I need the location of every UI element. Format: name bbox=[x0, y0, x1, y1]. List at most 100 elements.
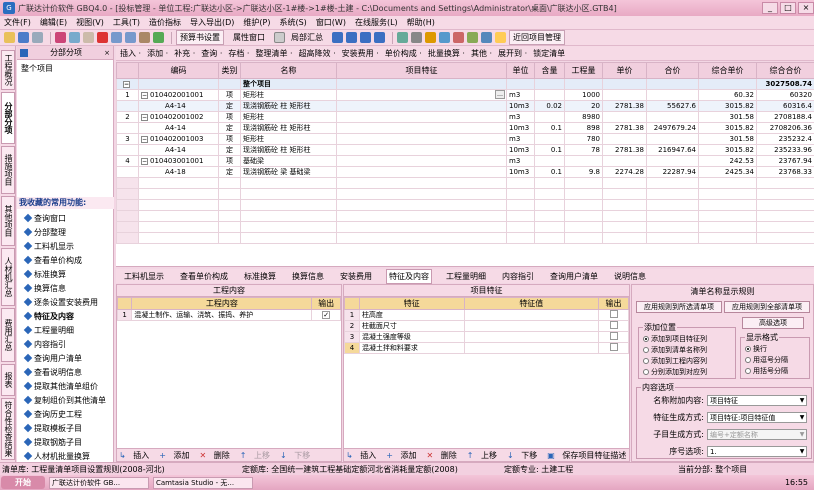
grid-cell-feature[interactable] bbox=[336, 133, 507, 145]
tab[interactable]: 换算信息 bbox=[290, 270, 326, 283]
apply-selected-button[interactable]: 应用规则到所选清单项 bbox=[636, 301, 722, 313]
tab[interactable]: 工料机显示 bbox=[122, 270, 166, 283]
partial-summary-button[interactable]: 局部汇总 bbox=[288, 31, 326, 44]
section-toolbar-button[interactable]: 整理清单 · bbox=[255, 48, 292, 59]
favorite-item[interactable]: 换算信息 bbox=[17, 281, 114, 295]
tab[interactable]: 说明信息 bbox=[612, 270, 648, 283]
favorite-item[interactable]: 提取模板子目 bbox=[17, 421, 114, 435]
table-row[interactable]: 1 混凝土制作、运输、浇筑、振捣、养护 ✓ bbox=[116, 309, 341, 321]
menu-item[interactable]: 工具(T) bbox=[113, 17, 140, 28]
rail-tab[interactable]: 分部分项 bbox=[1, 92, 15, 144]
output-checkbox[interactable] bbox=[609, 310, 618, 318]
favorite-item[interactable]: 工料机显示 bbox=[17, 239, 114, 253]
calc-icon[interactable] bbox=[153, 32, 164, 43]
output-checkbox[interactable] bbox=[609, 343, 618, 351]
rail-tab[interactable]: 费用汇总 bbox=[1, 308, 15, 362]
table-row[interactable]: 2−010402001002 项矩形柱 m3 8980 301.58 2708188.4 bbox=[116, 111, 814, 123]
taskbar-item-camtasia[interactable]: Camtasia Studio - 无... bbox=[153, 476, 253, 489]
output-checkbox[interactable]: ✓ bbox=[322, 311, 331, 319]
tab[interactable]: 内容指引 bbox=[500, 270, 536, 283]
rail-tab[interactable]: 符合性检查结果 bbox=[1, 398, 15, 460]
section-toolbar-button[interactable]: 存档 · bbox=[228, 48, 249, 59]
minimize-button[interactable]: _ bbox=[762, 2, 778, 14]
tab[interactable]: 查看单价构成 bbox=[178, 270, 230, 283]
menu-item[interactable]: 窗口(W) bbox=[316, 17, 346, 28]
radio-option[interactable]: 换行 bbox=[745, 343, 788, 354]
table-row[interactable]: 3 混凝土强度等级 bbox=[344, 331, 629, 343]
color-icon[interactable] bbox=[453, 32, 464, 43]
apply-all-button[interactable]: 应用规则到全部清单项 bbox=[724, 301, 810, 313]
collapse-icon[interactable]: − bbox=[141, 92, 148, 99]
feature-mode-select[interactable]: 项目特征:项目特征值 ▼ bbox=[707, 412, 807, 423]
favorite-item[interactable]: 查询用户清单 bbox=[17, 351, 114, 365]
grid-icon[interactable] bbox=[439, 32, 450, 43]
radio-option[interactable]: 添加到工程内容列 bbox=[643, 355, 707, 366]
favorite-item[interactable]: 复制组价到其他清单 bbox=[17, 393, 114, 407]
redo-icon[interactable] bbox=[125, 32, 136, 43]
table-row[interactable]: A4-14 定现浇钢筋砼 柱 矩形柱 10m3 0.1 78 2781.38 216947.… bbox=[116, 144, 814, 156]
chart-icon[interactable] bbox=[467, 32, 478, 43]
format-icon[interactable] bbox=[411, 32, 422, 43]
start-button[interactable]: 开始 bbox=[1, 476, 45, 489]
grid-cell-feature[interactable] bbox=[336, 111, 507, 123]
tab[interactable]: 工程量明细 bbox=[444, 270, 488, 283]
name-append-select[interactable]: 项目特征 ▼ bbox=[707, 395, 807, 406]
first-icon[interactable] bbox=[332, 32, 343, 43]
section-toolbar-button[interactable]: 超高降效 · bbox=[299, 48, 336, 59]
grid-cell-feature[interactable] bbox=[336, 100, 507, 112]
more-icon[interactable]: … bbox=[495, 90, 505, 99]
feature-value-cell[interactable] bbox=[463, 342, 600, 354]
save-icon[interactable] bbox=[18, 32, 29, 43]
collapse-icon[interactable]: − bbox=[141, 158, 148, 165]
menu-item[interactable]: 帮助(H) bbox=[407, 17, 435, 28]
section-toolbar-button[interactable]: 其他 · bbox=[471, 48, 492, 59]
delete-icon[interactable] bbox=[97, 32, 108, 43]
radio-option[interactable]: 用括号分隔 bbox=[745, 365, 788, 376]
radio-option[interactable]: 添加到项目特征列 bbox=[643, 333, 707, 344]
favorite-item[interactable]: 工程量明细 bbox=[17, 323, 114, 337]
sequence-select[interactable]: 1. ▼ bbox=[707, 446, 807, 457]
checkbox-icon[interactable] bbox=[274, 32, 285, 43]
favorite-item[interactable]: 提取钢筋子目 bbox=[17, 435, 114, 449]
section-toolbar-button[interactable]: 单价构成 · bbox=[385, 48, 422, 59]
undo-icon[interactable] bbox=[111, 32, 122, 43]
recent-projects-button[interactable]: 近回项目管理 bbox=[509, 30, 565, 45]
tab[interactable]: 查询用户清单 bbox=[548, 270, 600, 283]
section-toolbar-button[interactable]: 补充 · bbox=[174, 48, 195, 59]
footer-button[interactable]: ↓ 下移 bbox=[507, 450, 542, 461]
calculator-icon[interactable] bbox=[481, 32, 492, 43]
table-row[interactable]: 4−010403001001 项基础梁 m3 242.53 23767.94 bbox=[116, 155, 814, 167]
panel-pin-icon[interactable] bbox=[20, 48, 28, 57]
budget-settings-button[interactable]: 预算书设置 bbox=[176, 30, 224, 45]
panel-close-icon[interactable]: × bbox=[104, 49, 110, 57]
footer-button[interactable]: ✕ 删除 bbox=[200, 450, 235, 461]
collapse-icon[interactable]: − bbox=[123, 81, 130, 88]
feature-value-cell[interactable] bbox=[463, 320, 600, 332]
menu-item[interactable]: 造价指标 bbox=[149, 17, 181, 28]
menu-item[interactable]: 系统(S) bbox=[279, 17, 306, 28]
paste-icon[interactable] bbox=[83, 32, 94, 43]
prev-icon[interactable] bbox=[346, 32, 357, 43]
section-toolbar-button[interactable]: 批量换算 · bbox=[428, 48, 465, 59]
favorite-item[interactable]: 内容指引 bbox=[17, 337, 114, 351]
footer-button[interactable]: ↓ 下移 bbox=[280, 450, 315, 461]
favorite-item[interactable]: 查看单价构成 bbox=[17, 253, 114, 267]
favorite-item[interactable]: 标准换算 bbox=[17, 267, 114, 281]
menu-item[interactable]: 维护(P) bbox=[243, 17, 270, 28]
table-row[interactable]: 4 混凝土拌和料要求 bbox=[344, 342, 629, 354]
tab[interactable]: 特征及内容 bbox=[386, 268, 432, 284]
paragraph-icon[interactable] bbox=[425, 32, 436, 43]
table-row[interactable]: 2 柱截面尺寸 bbox=[344, 320, 629, 332]
grid-cell-feature[interactable] bbox=[336, 166, 507, 178]
next-icon[interactable] bbox=[360, 32, 371, 43]
footer-button[interactable]: ▣ 保存项目特征描述 bbox=[547, 450, 631, 461]
tab[interactable]: 标准换算 bbox=[242, 270, 278, 283]
footer-button[interactable]: ↳ 插入 bbox=[346, 450, 381, 461]
footer-button[interactable]: ↑ 上移 bbox=[467, 450, 502, 461]
rail-tab[interactable]: 其他项目 bbox=[1, 196, 15, 246]
favorite-item[interactable]: 人材机批量换算 bbox=[17, 449, 114, 463]
collapse-icon[interactable]: − bbox=[141, 114, 148, 121]
copy-icon[interactable] bbox=[69, 32, 80, 43]
taskbar-item-glodon[interactable]: 广联达计价软件 GB... bbox=[49, 476, 149, 489]
menu-item[interactable]: 导入导出(D) bbox=[190, 17, 234, 28]
